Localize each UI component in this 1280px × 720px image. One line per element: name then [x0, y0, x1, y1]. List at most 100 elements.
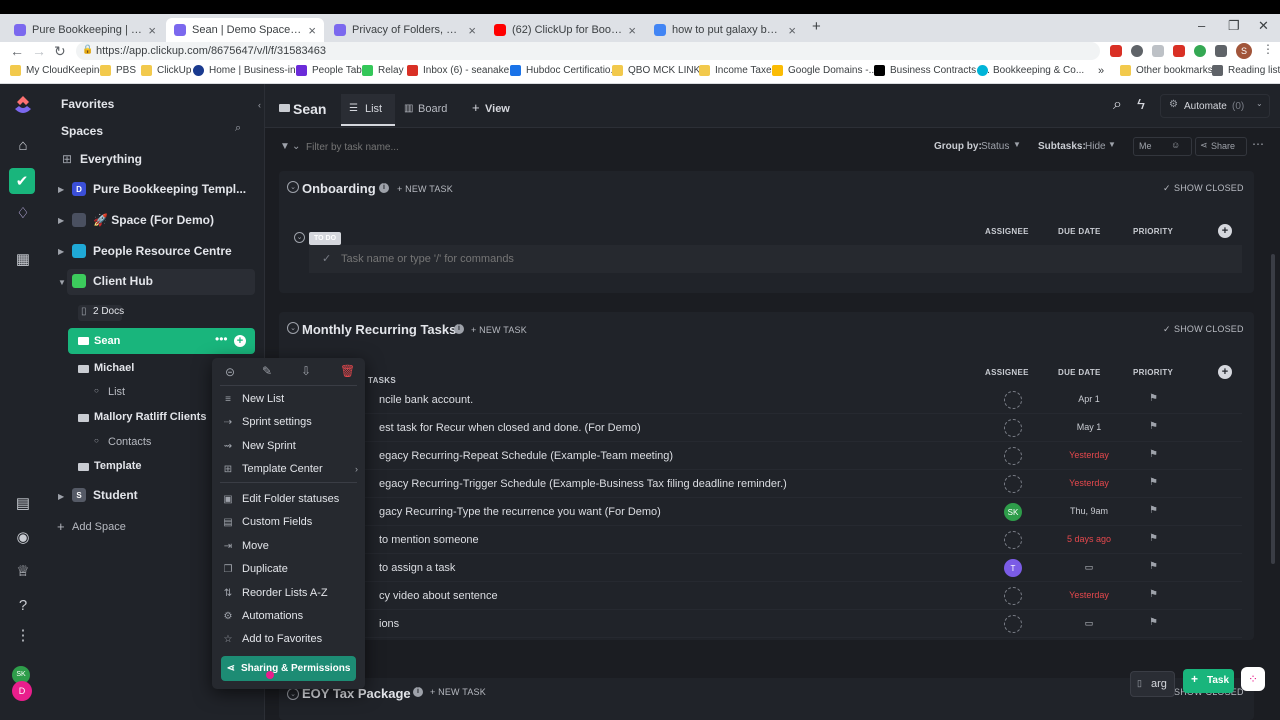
column-priority[interactable]: PRIORITY [1133, 368, 1173, 377]
column-due-date[interactable]: DUE DATE [1058, 368, 1101, 377]
column-due-date[interactable]: DUE DATE [1058, 227, 1101, 236]
task-name[interactable]: to mention someone [379, 534, 479, 546]
task-name[interactable]: gacy Recurring-Type the recurrence you w… [379, 506, 661, 518]
me-filter[interactable]: Me [1139, 141, 1152, 151]
new-tab-icon[interactable]: + [812, 18, 821, 35]
priority-flag-icon[interactable]: ⚑ [1149, 589, 1158, 600]
close-icon[interactable]: × [468, 23, 476, 38]
group-title[interactable]: Monthly Recurring Tasks [302, 322, 456, 337]
menu-item-sprint-settings[interactable]: ⇢ Sprint settings [222, 412, 358, 432]
goals-icon[interactable]: ♕ [12, 560, 34, 582]
column-assignee[interactable]: ASSIGNEE [985, 368, 1029, 377]
spaces-heading[interactable]: Spaces [61, 124, 103, 138]
table-row[interactable]: egacy Recurring-Repeat Schedule (Example… [309, 442, 1242, 470]
dashboards-icon[interactable]: ▦ [12, 248, 34, 270]
table-row[interactable]: egacy Recurring-Trigger Schedule (Exampl… [309, 470, 1242, 498]
profile-avatar[interactable]: S [1236, 43, 1252, 59]
bookmark[interactable]: Google Domains -... [772, 65, 877, 76]
close-icon[interactable]: × [148, 23, 156, 38]
bookmark[interactable]: PBS [100, 65, 136, 76]
apps-grid-icon[interactable]: ⁘ [1241, 667, 1265, 691]
link-icon[interactable]: ⊝ [225, 365, 235, 379]
other-bookmarks[interactable]: Other bookmarks [1120, 65, 1213, 76]
assignee-placeholder-icon[interactable] [1004, 531, 1022, 549]
task-name[interactable]: est task for Recur when closed and done.… [379, 422, 641, 434]
show-closed-button[interactable]: SHOW CLOSED [1174, 183, 1244, 193]
column-priority[interactable]: PRIORITY [1133, 227, 1173, 236]
priority-flag-icon[interactable]: ⚑ [1149, 393, 1158, 404]
due-date[interactable]: Yesterday [1049, 478, 1129, 488]
sidebar-item-client-hub[interactable]: Client Hub [93, 274, 153, 288]
menu-item-automations[interactable]: ⚙ Automations [222, 606, 358, 626]
people-icon[interactable]: ☺ [1171, 140, 1180, 150]
chevron-down-icon[interactable]: ⌄ [1256, 99, 1263, 108]
docs-count[interactable]: 2 Docs [93, 306, 124, 317]
favorites-heading[interactable]: Favorites [61, 97, 114, 111]
bookmark[interactable]: My CloudKeeping [10, 65, 105, 76]
bookmark[interactable]: Home | Business-in... [193, 65, 304, 76]
priority-flag-icon[interactable]: ⚑ [1149, 477, 1158, 488]
archive-icon[interactable]: ⇩ [301, 364, 311, 378]
sidebar-folder[interactable]: Michael [94, 362, 134, 374]
extension-icon[interactable] [1110, 45, 1122, 57]
sidebar-item-space[interactable]: 🚀 Space (For Demo) [93, 213, 214, 227]
table-row[interactable]: to mention someone 5 days ago ⚑ [309, 526, 1242, 554]
chevron-right-icon[interactable]: ▶ [58, 247, 64, 256]
extension-icon[interactable] [1152, 45, 1164, 57]
close-icon[interactable]: × [628, 23, 636, 38]
bookmark[interactable]: ClickUp [141, 65, 191, 76]
url-field[interactable]: https://app.clickup.com/8675647/v/l/f/31… [76, 42, 1100, 60]
table-row[interactable]: ions ▭ ⚑ [309, 610, 1242, 638]
chevron-right-icon[interactable]: ▶ [58, 216, 64, 225]
help-icon[interactable]: ? [12, 594, 34, 616]
sharing-permissions-button[interactable]: ⋖ Sharing & Permissions [221, 656, 356, 681]
subtasks-select[interactable]: Hide [1085, 141, 1106, 152]
close-icon[interactable]: × [308, 23, 316, 38]
add-column-icon[interactable]: + [1218, 224, 1232, 238]
priority-flag-icon[interactable]: ⚑ [1149, 421, 1158, 432]
browser-tab[interactable]: Pure Bookkeeping | MYCLOUD × [6, 18, 164, 42]
lightning-icon[interactable]: ϟ [1137, 96, 1145, 113]
add-view-button[interactable]: View [485, 103, 510, 115]
add-column-icon[interactable]: + [1218, 365, 1232, 379]
status-collapse-icon[interactable]: ⌄ [294, 232, 305, 243]
menu-item-add-favorites[interactable]: ☆ Add to Favorites [222, 629, 358, 649]
task-name[interactable]: ions [379, 618, 399, 630]
info-icon[interactable]: i [454, 324, 464, 334]
menu-item-custom-fields[interactable]: ▤ Custom Fields [222, 512, 358, 532]
home-icon[interactable]: ⌂ [12, 134, 34, 156]
more-dots-icon[interactable]: ••• [215, 332, 228, 346]
sidebar-folder[interactable]: Template [94, 460, 141, 472]
add-icon[interactable]: + [234, 335, 246, 347]
task-name[interactable]: ncile bank account. [379, 394, 473, 406]
menu-item-new-list[interactable]: ≡ New List [222, 389, 358, 409]
table-row[interactable]: to assign a task T ▭ ⚑ [309, 554, 1242, 582]
priority-flag-icon[interactable]: ⚑ [1149, 533, 1158, 544]
bookmark[interactable]: Business Contracts |... [874, 65, 990, 76]
scrollbar[interactable] [1271, 254, 1275, 564]
bookmark[interactable]: Relay [362, 65, 404, 76]
sidebar-item-everything[interactable]: Everything [80, 152, 142, 166]
assignee-placeholder-icon[interactable] [1004, 419, 1022, 437]
sidebar-item-space[interactable]: Student [93, 488, 138, 502]
tasks-icon[interactable]: ✔ [9, 168, 35, 194]
notifications-icon[interactable]: ♢ [12, 202, 34, 224]
status-label[interactable]: TASKS [368, 376, 396, 385]
search-icon[interactable]: ⌕ [235, 122, 241, 135]
due-date[interactable]: 5 days ago [1049, 534, 1129, 544]
assignee-avatar[interactable]: SK [1004, 503, 1022, 521]
workspace-avatar[interactable]: D [12, 681, 32, 701]
bookmark[interactable]: Inbox (6) - seanake... [407, 65, 518, 76]
info-icon[interactable]: i [413, 687, 423, 697]
docs-icon[interactable]: ▤ [12, 492, 34, 514]
bookmark[interactable]: People Tab [296, 65, 362, 76]
more-bookmarks-icon[interactable]: » [1098, 65, 1104, 77]
menu-item-new-sprint[interactable]: ⇝ New Sprint [222, 436, 358, 456]
chevron-down-icon[interactable]: ▼ [58, 278, 66, 287]
sidebar-list[interactable]: Contacts [108, 436, 151, 448]
menu-item-duplicate[interactable]: ❐ Duplicate [222, 559, 358, 579]
browser-tab[interactable]: how to put galaxy buds live in pa × [646, 18, 804, 42]
extension-icon[interactable] [1131, 45, 1143, 57]
chevron-right-icon[interactable]: ▶ [58, 492, 64, 501]
clickup-logo-icon[interactable] [12, 94, 34, 116]
